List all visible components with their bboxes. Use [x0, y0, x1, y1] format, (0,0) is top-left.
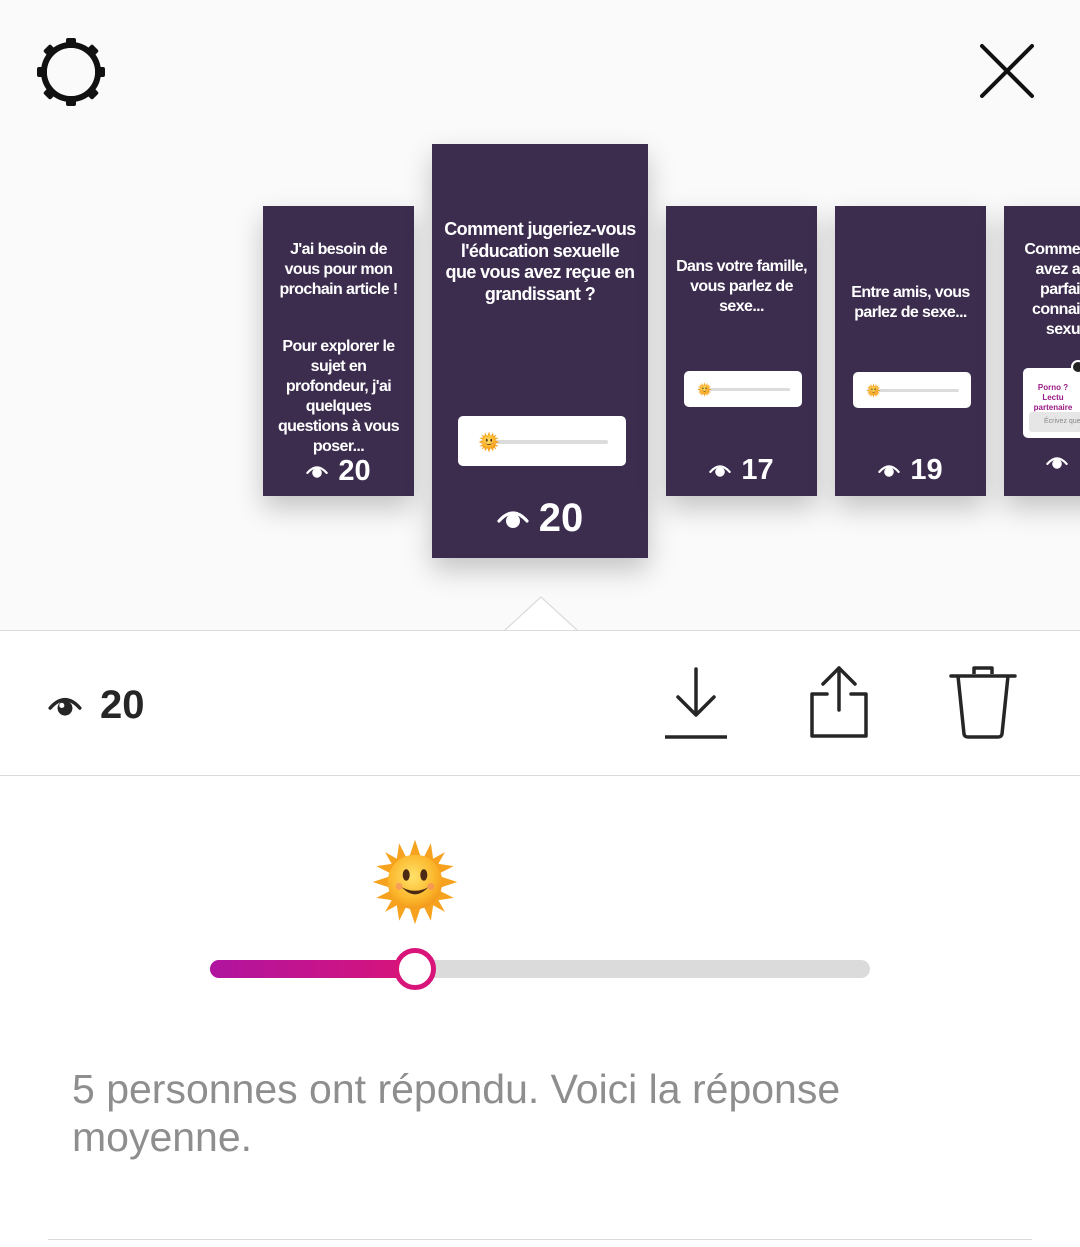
share-button[interactable]	[806, 664, 872, 740]
sun-emoji-icon	[866, 383, 881, 398]
eye-icon	[306, 463, 328, 480]
story-action-bar: 20	[0, 631, 1080, 776]
trash-icon	[949, 666, 1017, 739]
story-thumbnail[interactable]: J'ai besoin de vous pour mon prochain ar…	[263, 206, 414, 496]
average-slider-fill	[210, 960, 415, 978]
emoji-slider-sticker	[853, 372, 971, 408]
sun-emoji-icon	[478, 431, 500, 453]
avatar	[1071, 360, 1080, 374]
selection-pointer	[504, 596, 578, 631]
sun-emoji-icon	[371, 838, 459, 926]
story-text: J'ai besoin de vous pour mon prochain ar…	[279, 241, 398, 298]
eye-icon	[709, 462, 731, 479]
download-icon	[665, 667, 727, 739]
story-view-count: 20	[263, 455, 414, 488]
divider	[48, 1239, 1032, 1240]
story-text: Pour explorer le sujet en profondeur, j'…	[277, 338, 400, 455]
story-view-count	[1004, 454, 1080, 471]
story-view-count: 17	[666, 454, 817, 487]
story-thumbnail-selected[interactable]: Comment jugeriez-vous l'éducation sexuel…	[432, 144, 648, 558]
slider-results-panel: 5 personnes ont répondu. Voici la répons…	[0, 777, 1080, 1247]
eye-icon	[48, 693, 82, 719]
story-view-count: 20	[432, 496, 648, 541]
delete-button[interactable]	[949, 664, 1017, 740]
story-thumbnail[interactable]: Comme avez a parfai connai sexu Porno ? …	[1004, 206, 1080, 496]
question-sticker-input: Écrivez que	[1029, 412, 1080, 432]
average-slider-track	[210, 948, 870, 990]
story-question: Comme avez a parfai connai sexu	[1024, 241, 1080, 338]
eye-icon	[1046, 454, 1068, 471]
story-thumbnail[interactable]: Entre amis, vous parlez de sexe... 19	[835, 206, 986, 496]
viewers-count-value: 20	[100, 683, 145, 727]
story-carousel-area: J'ai besoin de vous pour mon prochain ar…	[0, 0, 1080, 631]
sun-emoji-icon	[697, 382, 712, 397]
story-question: Dans votre famille, vous parlez de sexe.…	[676, 258, 807, 315]
story-thumbnail[interactable]: Dans votre famille, vous parlez de sexe.…	[666, 206, 817, 496]
question-sticker: Porno ? Lectu partenaire Écrivez que	[1023, 368, 1080, 438]
story-question: Comment jugeriez-vous l'éducation sexuel…	[444, 219, 636, 304]
download-button[interactable]	[663, 666, 729, 740]
result-summary-text: 5 personnes ont répondu. Voici la répons…	[72, 1066, 841, 1160]
close-icon[interactable]	[978, 42, 1036, 100]
story-view-count: 19	[835, 454, 986, 487]
average-slider-knob	[393, 948, 436, 990]
question-sticker-title: Porno ? Lectu partenaire	[1033, 383, 1073, 412]
gear-icon[interactable]	[34, 35, 108, 109]
viewers-count[interactable]: 20	[48, 683, 145, 728]
eye-icon	[878, 462, 900, 479]
emoji-slider-sticker	[684, 371, 802, 407]
eye-icon	[497, 507, 529, 531]
share-icon	[810, 666, 868, 738]
emoji-slider-sticker	[458, 416, 626, 466]
story-question: Entre amis, vous parlez de sexe...	[851, 284, 970, 321]
